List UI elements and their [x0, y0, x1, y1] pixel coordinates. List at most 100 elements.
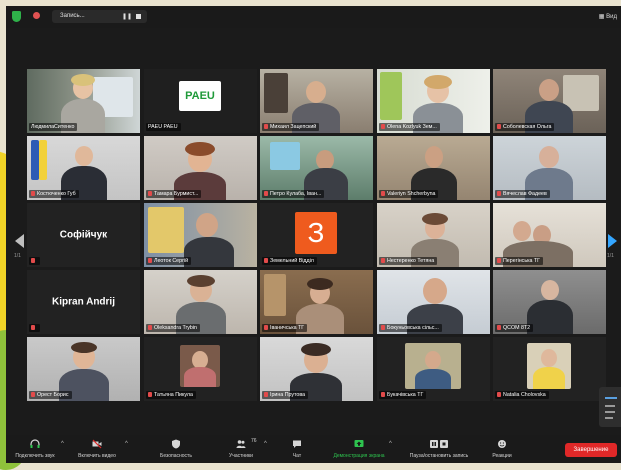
participant-name: Olena Kozlyuk Зем...: [387, 124, 437, 130]
pause-icon[interactable]: ❚❚: [122, 13, 132, 20]
video-tile[interactable]: Oleksandra Trybin: [144, 270, 257, 334]
video-tile[interactable]: Тамара Бурмист...: [144, 136, 257, 200]
video-tile[interactable]: Natalia Cholovska: [493, 337, 606, 401]
video-tile[interactable]: Леоток Сергій: [144, 203, 257, 267]
participant-name-tag: Леоток Сергій: [146, 257, 192, 265]
participants-options-caret[interactable]: ^: [264, 441, 267, 447]
video-tile[interactable]: Вячеслав Фадеев: [493, 136, 606, 200]
video-tile[interactable]: Перегінська ТГ: [493, 203, 606, 267]
participant-name-tag: [29, 257, 40, 265]
pause-record-button[interactable]: Пауза/остановить запись: [398, 435, 480, 463]
participants-icon: [236, 440, 246, 448]
video-tile[interactable]: Орест Борис: [27, 337, 140, 401]
participant-display-name: Софійчук: [59, 229, 108, 241]
mic-muted-icon: [264, 124, 268, 130]
video-tile[interactable]: ЛюдмилаСитенко: [27, 69, 140, 133]
participant-name: Іваничська ТГ: [270, 325, 305, 331]
mic-muted-icon: [31, 325, 35, 331]
video-tile[interactable]: Михаил Зацепский: [260, 69, 373, 133]
notification-line: [605, 405, 615, 407]
mic-muted-icon: [264, 191, 268, 197]
chat-button[interactable]: Чат: [274, 435, 320, 463]
participant-name: PAEU PAEU: [148, 124, 178, 130]
prev-page-button[interactable]: 1/1: [12, 226, 28, 266]
share-screen-icon: [354, 440, 364, 447]
participant-name-tag: PAEU PAEU: [146, 123, 181, 131]
video-off-icon: [92, 439, 102, 449]
participant-name: Земельний Відділ: [270, 258, 314, 264]
participant-name: Natalia Cholovska: [503, 392, 546, 398]
participant-name: Леоток Сергій: [154, 258, 189, 264]
mic-muted-icon: [264, 392, 268, 398]
video-tile[interactable]: Valeriyn Shcherbyna: [377, 136, 490, 200]
reactions-button[interactable]: Реакции: [482, 435, 522, 463]
participant-name-tag: [29, 324, 40, 332]
participant-name-tag: QCOM 8T2: [495, 324, 534, 332]
participant-name-tag: Нестеренко Тетяна: [379, 257, 438, 265]
participant-name-tag: Oleksandra Trybin: [146, 324, 200, 332]
participant-name: Орест Борис: [37, 392, 69, 398]
participant-name: Тамара Бурмист...: [154, 191, 199, 197]
chat-label: Чат: [292, 453, 302, 459]
participant-name-tag: Земельний Відділ: [262, 257, 317, 265]
headphones-icon: [30, 439, 40, 448]
arrow-right-icon: [608, 234, 617, 248]
page-indicator-left: 1/1: [14, 253, 21, 259]
participant-name-tag: Natalia Cholovska: [495, 391, 549, 399]
video-tile[interactable]: Olena Kozlyuk Зем...: [377, 69, 490, 133]
next-page-button[interactable]: 1/1: [605, 226, 621, 266]
participants-button[interactable]: Участники: [216, 435, 266, 463]
video-tile[interactable]: Букачівська ТГ: [377, 337, 490, 401]
video-tile[interactable]: Костюченко Губ: [27, 136, 140, 200]
video-tile[interactable]: З Земельний Відділ: [260, 203, 373, 267]
notification-line: [605, 417, 613, 419]
notification-line: [605, 397, 617, 399]
video-tile[interactable]: Kipran Andrij: [27, 270, 140, 334]
participant-name-tag: Тамара Бурмист...: [146, 190, 202, 198]
notification-panel[interactable]: [599, 387, 621, 427]
mic-muted-icon: [31, 392, 35, 398]
video-tile[interactable]: Бокуньовська сільс...: [377, 270, 490, 334]
start-video-button[interactable]: Включить видео: [68, 435, 126, 463]
video-tile[interactable]: PAEU PAEU PAEU: [144, 69, 257, 133]
security-shield-icon[interactable]: [12, 11, 21, 22]
end-meeting-button[interactable]: Завершение: [565, 443, 617, 457]
audio-options-caret[interactable]: ^: [61, 441, 64, 447]
grid-icon: ▦: [598, 14, 605, 20]
participant-name-tag: Орест Борис: [29, 391, 72, 399]
participant-name: Нестеренко Тетяна: [387, 258, 435, 264]
start-video-label: Включить видео: [78, 453, 116, 459]
view-label: Вид: [606, 14, 617, 20]
share-screen-button[interactable]: Демонстрация экрана: [324, 435, 394, 463]
participant-name: Бокуньовська сільс...: [387, 325, 439, 331]
participant-name-tag: Перегінська ТГ: [495, 257, 544, 265]
participants-label: Участники: [229, 453, 253, 459]
video-options-caret[interactable]: ^: [125, 441, 128, 447]
share-options-caret[interactable]: ^: [389, 441, 392, 447]
participant-name: Соболевская Ольга: [503, 124, 552, 130]
stop-icon[interactable]: [136, 14, 141, 19]
mic-muted-icon: [497, 124, 501, 130]
participant-name-tag: Соболевская Ольга: [495, 123, 555, 131]
shield-icon: [172, 439, 180, 449]
video-tile[interactable]: Петро Кулаба, Іван...: [260, 136, 373, 200]
join-audio-button[interactable]: Подключить звук: [6, 435, 64, 463]
video-tile[interactable]: QCOM 8T2: [493, 270, 606, 334]
participant-name: Букачівська ТГ: [387, 392, 424, 398]
record-dot-icon: [33, 12, 40, 19]
mic-muted-icon: [381, 325, 385, 331]
video-tile[interactable]: Нестеренко Тетяна: [377, 203, 490, 267]
participant-display-name: Kipran Andrij: [52, 296, 115, 308]
video-tile[interactable]: Ірина Прутова: [260, 337, 373, 401]
video-tile[interactable]: Іваничська ТГ: [260, 270, 373, 334]
page-indicator-right: 1/1: [607, 253, 614, 259]
video-tile[interactable]: Софійчук: [27, 203, 140, 267]
join-audio-label: Подключить звук: [15, 453, 55, 459]
video-tile[interactable]: Соболевская Ольга: [493, 69, 606, 133]
video-tile[interactable]: Татьяна Пикула: [144, 337, 257, 401]
view-button[interactable]: ▦ Вид: [599, 13, 617, 20]
participant-name-tag: Бокуньовська сільс...: [379, 324, 442, 332]
security-button[interactable]: Безопасность: [151, 435, 201, 463]
participant-name: Михаил Зацепский: [270, 124, 317, 130]
participant-name: Вячеслав Фадеев: [503, 191, 547, 197]
